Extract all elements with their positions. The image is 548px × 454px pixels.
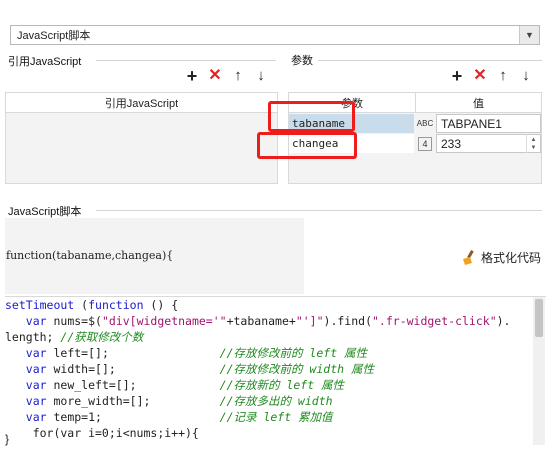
param-value-text: 233: [441, 136, 462, 151]
params-toolbar: + ✕ ↑ ↓: [449, 67, 534, 85]
broom-icon: [463, 249, 474, 265]
move-up-icon[interactable]: ↑: [230, 68, 246, 84]
chevron-down-icon[interactable]: ▼: [519, 26, 539, 44]
editor-scrollbar[interactable]: [533, 297, 545, 445]
add-icon[interactable]: +: [449, 67, 465, 85]
ref-js-table[interactable]: 引用JavaScript: [5, 92, 278, 184]
code-editor[interactable]: setTimeout (function () { var nums=$("di…: [5, 296, 546, 446]
dropdown-value: JavaScript脚本: [17, 30, 91, 42]
move-down-icon[interactable]: ↓: [518, 68, 534, 84]
param-value-field[interactable]: TABPANE1: [436, 114, 541, 133]
script-type-dropdown[interactable]: JavaScript脚本 ▼: [10, 25, 540, 45]
divider: [96, 210, 542, 211]
format-code-label: 格式化代码: [481, 251, 542, 265]
move-up-icon[interactable]: ↑: [495, 68, 511, 84]
ref-js-section-label: 引用JavaScript: [8, 56, 82, 68]
highlight-box: [268, 101, 355, 132]
function-signature-area: function(tabaname,changea){: [5, 218, 304, 294]
string-type-icon[interactable]: ABC: [414, 115, 436, 132]
spinner-icon[interactable]: ▲ ▼: [526, 134, 540, 153]
params-section-label: 参数: [291, 55, 313, 67]
script-section-label: JavaScript脚本: [8, 206, 82, 218]
format-code-button[interactable]: 格式化代码: [461, 249, 541, 266]
scrollbar-thumb[interactable]: [535, 299, 543, 337]
highlight-box: [257, 132, 357, 159]
param-value-field[interactable]: 233 ▲ ▼: [436, 134, 541, 153]
move-down-icon[interactable]: ↓: [253, 68, 269, 84]
closing-brace: }: [5, 432, 25, 446]
param-value-header: 值: [473, 97, 484, 110]
number-type-icon[interactable]: 4: [418, 136, 432, 151]
divider: [318, 60, 542, 61]
delete-icon[interactable]: ✕: [472, 68, 488, 84]
delete-icon[interactable]: ✕: [207, 68, 223, 84]
ref-js-column-header: 引用JavaScript: [6, 93, 277, 113]
add-icon[interactable]: +: [184, 67, 200, 85]
function-signature: function(tabaname,changea){: [6, 249, 174, 262]
divider: [96, 60, 276, 61]
ref-js-toolbar: + ✕ ↑ ↓: [184, 67, 269, 85]
